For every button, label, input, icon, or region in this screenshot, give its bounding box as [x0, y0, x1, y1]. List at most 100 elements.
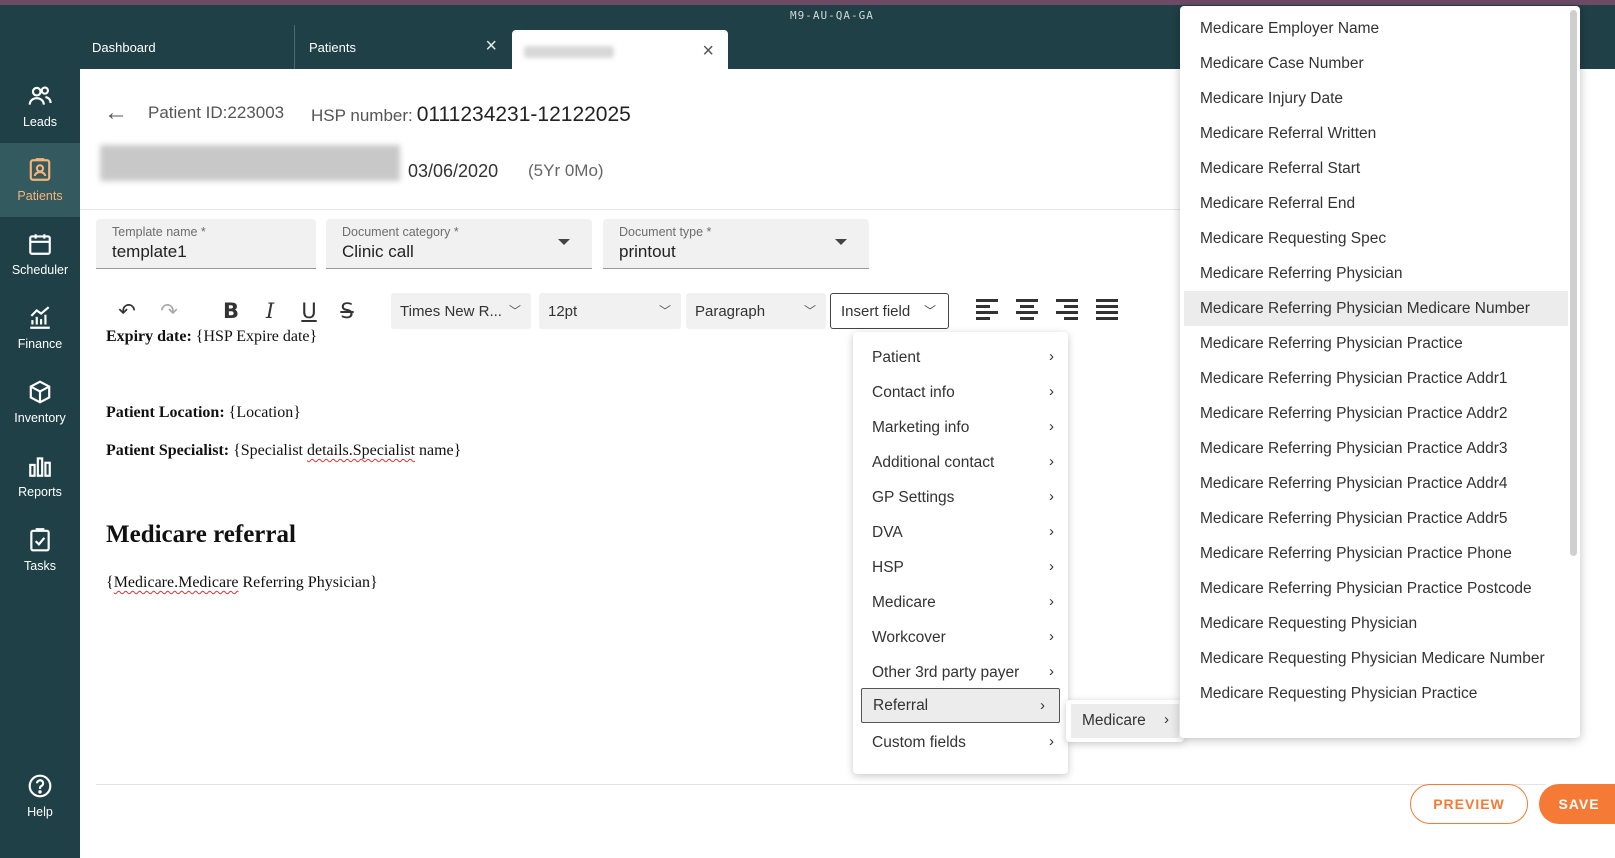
submenu-item-medicare[interactable]: Medicare ›	[1071, 704, 1179, 738]
chevron-right-icon: ›	[1049, 733, 1054, 750]
sidebar-item-label: Patients	[17, 189, 63, 203]
sidebar-item-label: Reports	[18, 485, 62, 499]
list-item[interactable]: Medicare Referring Physician Practice Ad…	[1184, 501, 1568, 536]
sidebar-item-label: Inventory	[14, 411, 66, 425]
editor-heading: Medicare referral	[106, 521, 296, 548]
editor-divider	[96, 784, 1546, 785]
field-value: Clinic call	[342, 242, 414, 261]
menu-item-contact-info[interactable]: Contact info ›	[853, 375, 1068, 410]
list-item[interactable]: Medicare Referring Physician Practice Po…	[1184, 571, 1568, 606]
undo-icon[interactable]: ↶	[112, 296, 142, 326]
redo-icon[interactable]: ↷	[154, 296, 184, 326]
field-label: Document category *	[342, 225, 459, 239]
menu-item-medicare[interactable]: Medicare ›	[853, 585, 1068, 620]
close-icon[interactable]: ×	[702, 41, 714, 61]
italic-icon[interactable]: I	[255, 296, 285, 326]
list-item[interactable]: Medicare Injury Date	[1184, 81, 1568, 116]
bold-icon[interactable]: B	[216, 296, 246, 326]
insert-field-button[interactable]: Insert field ﹀	[830, 293, 949, 329]
insert-field-menu: Patient › Contact info › Marketing info › A…	[853, 332, 1068, 774]
menu-item-hsp[interactable]: HSP ›	[853, 550, 1068, 585]
list-item[interactable]: Medicare Requesting Physician Practice	[1184, 676, 1568, 711]
menu-item-additional-contact[interactable]: Additional contact ›	[853, 445, 1068, 480]
list-item[interactable]: Medicare Referring Physician Practice Ad…	[1184, 466, 1568, 501]
align-left-icon[interactable]	[976, 299, 998, 321]
chevron-right-icon: ›	[1049, 628, 1054, 645]
align-center-icon[interactable]	[1016, 299, 1038, 321]
tab-patient-record[interactable]: ×	[512, 30, 728, 74]
menu-item-gp-settings[interactable]: GP Settings ›	[853, 480, 1068, 515]
checklist-icon	[30, 528, 50, 552]
underline-icon[interactable]: U	[294, 296, 324, 326]
menu-item-patient[interactable]: Patient ›	[853, 340, 1068, 375]
sidebar-item-tasks[interactable]: Tasks	[0, 513, 80, 587]
block-format-select[interactable]: Paragraph ﹀	[686, 293, 826, 329]
chevron-right-icon: ›	[1049, 523, 1054, 540]
list-item[interactable]: Medicare Requesting Physician	[1184, 606, 1568, 641]
list-item[interactable]: Medicare Referring Physician Practice Ad…	[1184, 431, 1568, 466]
menu-item-other-3rd-party-payer[interactable]: Other 3rd party payer ›	[853, 655, 1068, 690]
menu-item-label: Marketing info	[872, 418, 970, 436]
field-value: printout	[619, 242, 676, 261]
tab-dashboard[interactable]: Dashboard	[80, 25, 295, 69]
list-item[interactable]: Medicare Referring Physician Practice Ad…	[1184, 396, 1568, 431]
sidebar-item-label: Finance	[17, 337, 63, 351]
patient-dob: 03/06/2020	[408, 161, 499, 181]
list-item[interactable]: Medicare Requesting Spec	[1184, 221, 1568, 256]
tab-patients[interactable]: Patients ×	[297, 25, 511, 69]
spellcheck-word: details.Specialist	[306, 442, 415, 459]
list-item[interactable]: Medicare Referring Physician Practice Ph…	[1184, 536, 1568, 571]
list-scrollbar[interactable]	[1570, 10, 1577, 556]
hsp-number-label: HSP number:	[311, 106, 413, 125]
list-item[interactable]: Medicare Referral Start	[1184, 151, 1568, 186]
field-brace: {	[106, 574, 114, 591]
chevron-right-icon: ›	[1049, 663, 1054, 680]
specialist-value-end: name}	[414, 442, 462, 459]
chevron-right-icon: ›	[1049, 348, 1054, 365]
menu-item-workcover[interactable]: Workcover ›	[853, 620, 1068, 655]
spellcheck-word: Medicare.Medicare	[113, 574, 239, 591]
list-item[interactable]: Medicare Case Number	[1184, 46, 1568, 81]
menu-item-referral[interactable]: Referral ›	[861, 688, 1060, 723]
document-type-select[interactable]: Document type * printout	[603, 219, 869, 269]
field-label: Document type *	[619, 225, 712, 239]
save-button[interactable]: SAVE	[1539, 784, 1615, 824]
caret-down-icon	[558, 239, 570, 245]
field-value: template1	[112, 242, 187, 261]
sidebar-item-help[interactable]: Help	[0, 759, 80, 833]
sidebar-item-label: Help	[27, 805, 53, 819]
list-item[interactable]: Medicare Referral End	[1184, 186, 1568, 221]
align-justify-icon[interactable]	[1096, 299, 1118, 321]
sidebar-item-scheduler[interactable]: Scheduler	[0, 217, 80, 291]
template-name-field[interactable]: Template name * template1	[96, 219, 316, 269]
people-icon	[28, 86, 52, 105]
menu-item-marketing-info[interactable]: Marketing info ›	[853, 410, 1068, 445]
preview-button[interactable]: PREVIEW	[1410, 784, 1528, 824]
menu-item-label: Other 3rd party payer	[872, 663, 1020, 681]
menu-item-label: Referral	[873, 696, 929, 714]
sidebar-item-reports[interactable]: Reports	[0, 439, 80, 513]
font-family-select[interactable]: Times New R... ﹀	[391, 293, 531, 329]
back-arrow-icon[interactable]: ←	[104, 99, 128, 127]
sidebar-item-finance[interactable]: Finance	[0, 291, 80, 365]
list-item[interactable]: Medicare Referral Written	[1184, 116, 1568, 151]
sidebar-item-patients[interactable]: Patients	[0, 143, 80, 217]
menu-item-label: GP Settings	[872, 488, 955, 506]
menu-item-label: HSP	[872, 558, 904, 576]
list-item[interactable]: Medicare Referring Physician Practice	[1184, 326, 1568, 361]
list-item[interactable]: Medicare Requesting Physician Medicare N…	[1184, 641, 1568, 676]
sidebar-item-leads[interactable]: Leads	[0, 69, 80, 143]
sidebar-item-inventory[interactable]: Inventory	[0, 365, 80, 439]
patient-age: (5Yr 0Mo)	[528, 161, 604, 180]
menu-item-dva[interactable]: DVA ›	[853, 515, 1068, 550]
list-item-highlighted[interactable]: Medicare Referring Physician Medicare Nu…	[1184, 291, 1568, 326]
document-category-select[interactable]: Document category * Clinic call	[326, 219, 592, 269]
menu-item-custom-fields[interactable]: Custom fields ›	[853, 725, 1068, 760]
list-item[interactable]: Medicare Employer Name	[1184, 11, 1568, 46]
list-item[interactable]: Medicare Referring Physician	[1184, 256, 1568, 291]
font-size-select[interactable]: 12pt ﹀	[539, 293, 681, 329]
strikethrough-icon[interactable]: S	[332, 296, 362, 326]
align-right-icon[interactable]	[1056, 299, 1078, 321]
close-icon[interactable]: ×	[485, 36, 497, 56]
list-item[interactable]: Medicare Referring Physician Practice Ad…	[1184, 361, 1568, 396]
